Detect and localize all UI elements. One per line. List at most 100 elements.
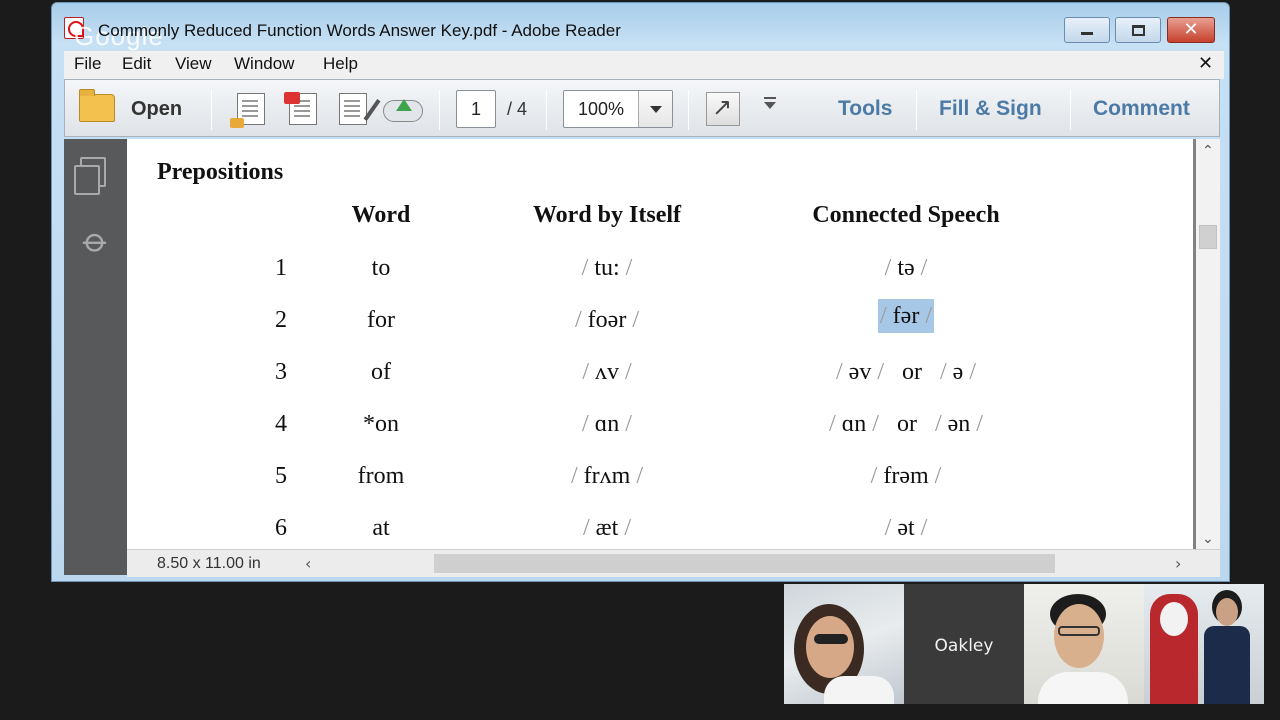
- chevron-up-icon[interactable]: ⌃: [1202, 143, 1214, 159]
- toolbar: Open 1 / 4 100% Tools Fill & Sign Commen…: [64, 79, 1220, 137]
- chevron-right-icon[interactable]: ›: [1175, 554, 1181, 573]
- chevron-down-icon[interactable]: [638, 91, 672, 127]
- word-cell: at: [372, 515, 390, 541]
- menu-file[interactable]: File: [74, 54, 101, 74]
- itself-cell: / ɑn /: [582, 411, 632, 437]
- zoom-select[interactable]: 100%: [563, 90, 673, 128]
- connected-cell: / ət /: [884, 515, 928, 541]
- minimize-button[interactable]: [1064, 17, 1110, 43]
- column-header-connected-speech: Connected Speech: [812, 202, 1000, 228]
- column-header-word-by-itself: Word by Itself: [532, 202, 682, 228]
- horizontal-scroll-thumb[interactable]: [434, 554, 1055, 573]
- participant-shirt: [824, 676, 894, 704]
- close-button[interactable]: ✕: [1167, 17, 1215, 43]
- screen: Google Commonly Reduced Function Words A…: [0, 0, 1280, 720]
- glasses-icon: [1058, 626, 1100, 636]
- maximize-icon: [1131, 24, 1145, 36]
- comment-button[interactable]: Comment: [1093, 97, 1190, 121]
- menu-view[interactable]: View: [175, 54, 212, 74]
- connected-cell: / tə /: [884, 255, 928, 281]
- fill-sign-button[interactable]: Fill & Sign: [939, 97, 1042, 121]
- toolbar-divider: [546, 90, 547, 130]
- status-bar: 8.50 x 11.00 in ‹ ›: [127, 549, 1220, 577]
- toolbar-divider: [1070, 90, 1071, 130]
- ipa-text: əv: [848, 359, 872, 385]
- menu-edit[interactable]: Edit: [122, 54, 151, 74]
- sunglasses-icon: [814, 634, 848, 644]
- row-number: 4: [275, 411, 287, 437]
- window-title: Commonly Reduced Function Words Answer K…: [98, 21, 621, 40]
- navigation-pane: ⌀: [64, 139, 127, 575]
- participant-video-tile[interactable]: [1024, 584, 1144, 704]
- participant-video-tile[interactable]: [1144, 584, 1264, 704]
- title-bar: Google Commonly Reduced Function Words A…: [52, 3, 1229, 51]
- ipa-text: ʌv: [595, 359, 619, 385]
- vertical-scroll-thumb[interactable]: [1199, 225, 1217, 249]
- menu-bar: File Edit View Window Help ✕: [64, 51, 1224, 79]
- toolbar-divider: [439, 90, 440, 130]
- close-document-icon[interactable]: ✕: [1198, 53, 1213, 74]
- page-number-input[interactable]: 1: [456, 90, 496, 128]
- participant-dress: [1204, 626, 1250, 704]
- ipa-text: ə: [952, 359, 964, 385]
- ipa-text: tu:: [594, 255, 620, 281]
- santa-beard: [1160, 602, 1188, 636]
- toolbar-options-icon[interactable]: [764, 97, 776, 109]
- vertical-scrollbar[interactable]: ⌃ ⌄: [1196, 139, 1220, 549]
- adobe-reader-window: Google Commonly Reduced Function Words A…: [51, 2, 1230, 582]
- pdf-page: Prepositions Word Word by Itself Connect…: [127, 139, 1193, 549]
- close-icon: ✕: [1183, 19, 1199, 40]
- itself-cell: / foər /: [575, 307, 639, 333]
- toolbar-divider: [688, 90, 689, 130]
- word-cell: from: [357, 463, 405, 489]
- participant-shirt: [1038, 672, 1128, 704]
- ipa-text: frəm: [883, 463, 929, 489]
- participant-video-tile[interactable]: [784, 584, 904, 704]
- full-screen-icon[interactable]: [706, 92, 740, 126]
- connected-cell-selected[interactable]: / fər /: [878, 299, 934, 333]
- ipa-text: ən: [947, 411, 971, 437]
- minimize-icon: [1081, 31, 1093, 35]
- open-button[interactable]: Open: [131, 98, 182, 121]
- or-text: or: [896, 411, 917, 437]
- create-pdf-icon[interactable]: [284, 92, 317, 125]
- itself-cell: / frʌm /: [571, 463, 643, 489]
- participant-name-tile[interactable]: Oakley: [904, 584, 1024, 704]
- itself-cell: / tu: /: [581, 255, 633, 281]
- connected-cell: / əv / or / ə /: [836, 359, 976, 385]
- ipa-text: ɑn: [841, 411, 867, 437]
- or-text: or: [902, 359, 922, 385]
- cloud-upload-icon[interactable]: [383, 99, 423, 122]
- word-cell: of: [371, 359, 391, 385]
- ipa-text: fər: [892, 303, 920, 329]
- page-size-label: 8.50 x 11.00 in: [157, 555, 261, 572]
- folder-icon[interactable]: [79, 89, 115, 122]
- menu-help[interactable]: Help: [323, 54, 358, 74]
- toolbar-divider: [916, 90, 917, 130]
- ipa-text: tə: [897, 255, 915, 281]
- ipa-text: frʌm: [583, 463, 631, 489]
- word-cell: to: [371, 255, 391, 281]
- document-view[interactable]: Prepositions Word Word by Itself Connect…: [127, 139, 1220, 549]
- ipa-text: foər: [587, 307, 627, 333]
- tools-button[interactable]: Tools: [838, 97, 892, 121]
- row-number: 3: [275, 359, 287, 385]
- sign-document-icon[interactable]: [339, 93, 367, 125]
- row-number: 5: [275, 463, 287, 489]
- chevron-down-icon[interactable]: ⌄: [1202, 531, 1214, 547]
- participant-name: Oakley: [934, 636, 994, 656]
- row-number: 1: [275, 255, 287, 281]
- participant-face: [806, 616, 854, 678]
- convert-document-icon[interactable]: [230, 93, 265, 128]
- chevron-left-icon[interactable]: ‹: [305, 554, 311, 573]
- menu-window[interactable]: Window: [234, 54, 294, 74]
- maximize-button[interactable]: [1115, 17, 1161, 43]
- itself-cell: / æt /: [582, 515, 632, 541]
- word-cell: *on: [363, 411, 399, 437]
- page-total: / 4: [507, 99, 528, 119]
- connected-cell: / frəm /: [870, 463, 942, 489]
- attachments-icon[interactable]: ⌀: [75, 220, 118, 263]
- page-thumbnails-icon[interactable]: [74, 157, 106, 195]
- participant-face: [1216, 598, 1238, 626]
- row-number: 6: [275, 515, 287, 541]
